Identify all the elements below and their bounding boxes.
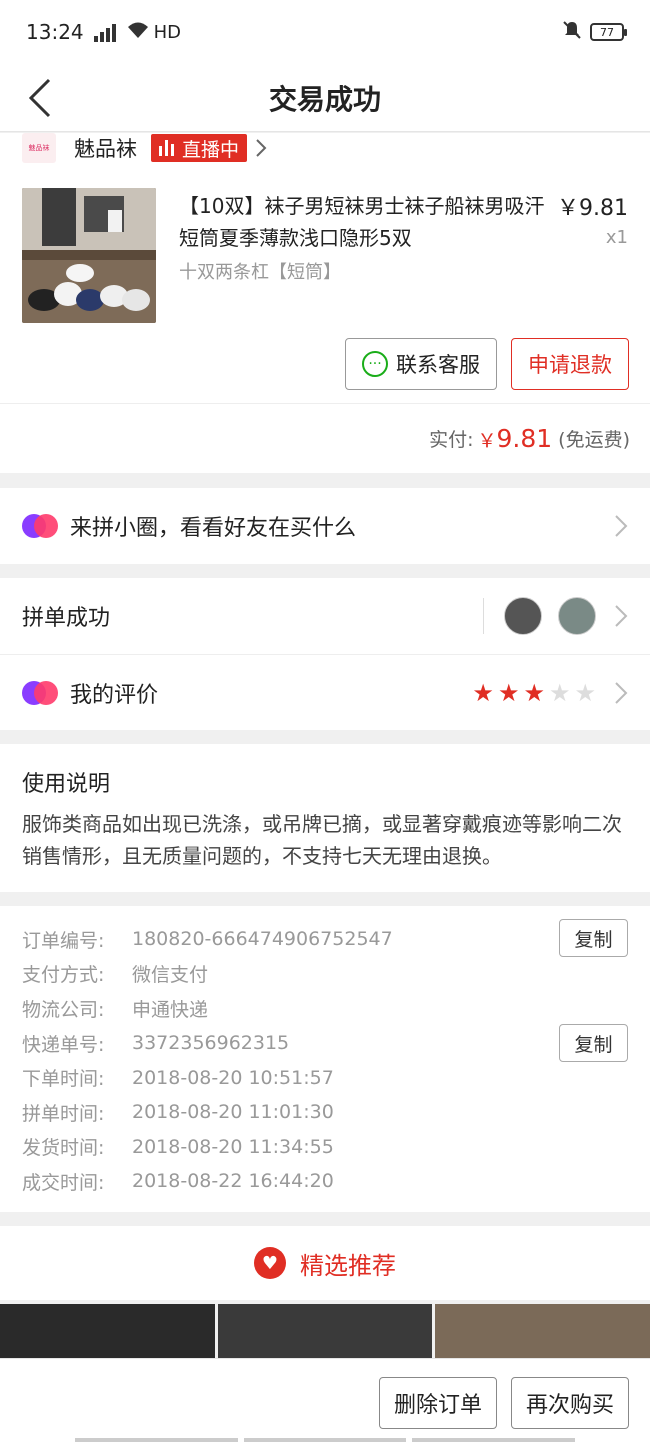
chevron-right-icon [615,681,628,704]
usage-notes: 使用说明 服饰类商品如出现已洗涤，或吊牌已摘，或显著穿戴痕迹等影响二次销售情形，… [0,744,650,892]
order-info-key: 物流公司: [22,998,105,1021]
notes-title: 使用说明 [22,772,111,797]
order-info-key: 拼单时间: [22,1102,105,1125]
recommend-label: 精选推荐 [300,1251,396,1280]
chevron-left-icon [28,78,51,118]
product-title[interactable]: 【10双】袜子男短袜男士袜子船袜男吸汗短筒夏季薄款浅口隐形5双 [179,190,549,254]
my-review-label: 我的评价 [70,682,159,708]
avatar [558,597,596,635]
star-icon: ★ [523,678,545,707]
star-icon: ★ [548,678,571,707]
copy-tracking-number-button[interactable]: 复制 [559,1024,628,1062]
product-quantity: x1 [605,227,628,248]
bottom-action-bar: 删除订单 再次购买 [0,1358,650,1444]
order-info-row: 成交时间: 2018-08-22 16:44:20 [22,1164,628,1199]
order-info-value: 申通快递 [132,998,209,1021]
group-success-label: 拼单成功 [22,606,111,631]
my-review-row[interactable]: 我的评价 ★ ★ ★ ★ ★ [0,654,650,730]
shop-name: 魅品袜 [74,137,137,161]
notes-body: 服饰类商品如出现已洗涤，或吊牌已摘，或显著穿戴痕迹等影响二次销售情形，且无质量问… [22,812,622,868]
order-info-key: 成交时间: [22,1171,105,1194]
status-bar: 13:24 HD 77 [0,0,650,64]
order-info-value: 2018-08-20 11:34:55 [132,1135,334,1158]
circle-icon [22,514,58,538]
live-badge: 直播中 [151,134,248,162]
chevron-right-icon [615,515,628,537]
shipping-note: (免运费) [558,429,630,451]
friend-circle-row[interactable]: 来拼小圈，看看好友在买什么 [0,488,650,564]
product-spec: 十双两条杠【短筒】 [179,262,341,283]
contact-service-label: 联系客服 [396,353,480,377]
circle-icon [22,680,58,705]
group-avatars [483,597,596,635]
hd-label: HD [153,21,182,43]
product-price: ￥9.81 [557,196,628,221]
rating-stars: ★ ★ ★ ★ ★ [472,681,596,705]
order-info-key: 快递单号: [22,1033,105,1056]
order-info-value: 微信支付 [132,964,209,987]
chevron-right-icon [615,605,628,627]
order-info-key: 订单编号: [22,929,105,952]
battery-icon: 77 [590,23,627,41]
chat-icon: ··· [362,351,388,377]
order-info-value: 180820-666474906752547 [132,928,393,951]
chevron-right-icon [256,139,267,157]
group-review-card: 拼单成功 我的评价 ★ ★ ★ ★ ★ [0,578,650,730]
order-info-row: 快递单号: 3372356962315 [22,1026,628,1061]
status-time: 13:24 [26,20,84,44]
avatar [504,597,542,635]
order-info: 订单编号: 180820-666474906752547 支付方式: 微信支付物流公司… [0,906,650,1212]
recommend-item-image[interactable] [217,1304,433,1360]
order-info-value: 2018-08-20 11:01:30 [132,1101,334,1124]
star-icon: ★ [472,678,494,707]
group-success-row[interactable]: 拼单成功 [0,578,650,654]
order-info-row: 支付方式: 微信支付 [22,957,628,992]
order-product-card: 魅品袜 魅品袜 直播中 【10双】袜子男短袜男士袜子船袜男吸汗短筒夏季薄款浅口隐… [0,133,650,403]
order-info-value: 2018-08-22 16:44:20 [132,1170,334,1193]
wifi-icon [126,21,150,44]
order-info-row: 物流公司: 申通快递 [22,991,628,1026]
order-info-row: 下单时间: 2018-08-20 10:51:57 [22,1060,628,1095]
heart-icon: ♥ [254,1247,286,1279]
currency-symbol: ￥ [477,430,497,452]
recommend-images [0,1304,650,1360]
copy-order-number-button[interactable]: 复制 [559,919,628,957]
mute-icon [562,20,582,45]
live-label: 直播中 [182,138,240,161]
page-title: 交易成功 [268,82,381,116]
order-info-row: 发货时间: 2018-08-20 11:34:55 [22,1130,628,1165]
refund-button[interactable]: 申请退款 [511,338,629,390]
order-info-key: 发货时间: [22,1137,105,1160]
home-indicator [75,1438,576,1442]
friend-circle-label: 来拼小圈，看看好友在买什么 [70,516,357,541]
title-bar: 交易成功 [0,64,650,132]
star-icon: ★ [574,678,596,707]
payment-value: 9.81 [496,424,553,453]
order-info-row: 拼单时间: 2018-08-20 11:01:30 [22,1095,628,1130]
live-bars-icon [159,140,174,156]
shop-logo: 魅品袜 [22,133,56,163]
back-button[interactable] [20,74,60,122]
payment-summary: 实付: ￥9.81 (免运费) [0,403,650,473]
star-icon: ★ [497,678,520,707]
recommend-item-image[interactable] [0,1304,215,1360]
order-info-row: 订单编号: 180820-666474906752547 [22,922,628,957]
shop-link[interactable]: 魅品袜 魅品袜 直播中 [22,133,267,163]
signal-icon [93,22,116,42]
order-info-key: 支付方式: [22,964,105,987]
recommend-item-image[interactable] [435,1304,650,1360]
delete-order-button[interactable]: 删除订单 [379,1377,497,1429]
buy-again-button[interactable]: 再次购买 [511,1377,629,1429]
order-info-value: 3372356962315 [132,1032,290,1055]
contact-service-button[interactable]: ··· 联系客服 [345,338,497,390]
recommend-header: ♥ 精选推荐 [0,1226,650,1300]
payment-amount: ￥9.81 [477,424,552,453]
payment-label: 实付: [429,429,474,451]
order-info-key: 下单时间: [22,1068,105,1091]
product-image[interactable] [22,188,156,323]
order-info-value: 2018-08-20 10:51:57 [132,1066,334,1089]
